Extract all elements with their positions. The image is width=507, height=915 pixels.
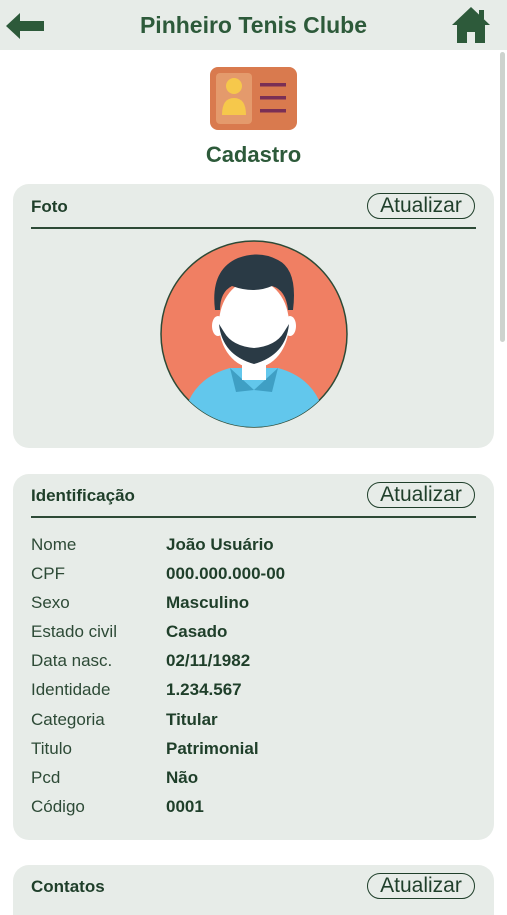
info-value: Titular (166, 710, 218, 729)
contatos-card-title: Contatos (31, 877, 105, 896)
info-value: 02/11/1982 (166, 651, 251, 670)
info-value: João Usuário (166, 535, 274, 554)
page-title: Cadastro (205, 142, 302, 167)
info-value: 1.234.567 (166, 680, 242, 699)
foto-card: Foto Atualizar (13, 184, 494, 448)
info-value: Não (166, 768, 199, 787)
home-button[interactable] (451, 6, 491, 44)
info-value: 000.000.000-00 (166, 564, 286, 583)
info-label: Titulo (31, 739, 72, 758)
user-avatar-icon (160, 240, 348, 428)
contatos-card: Contatos Atualizar (13, 865, 494, 915)
info-label: Identidade (31, 680, 111, 699)
foto-card-title: Foto (31, 197, 68, 216)
app-title: Pinheiro Tenis Clube (139, 12, 368, 38)
info-value: Masculino (166, 593, 250, 612)
identificacao-card-title: Identificação (31, 486, 135, 505)
info-label: Categoria (31, 710, 105, 729)
info-label: Estado civil (31, 622, 117, 641)
contatos-update-button[interactable]: Atualizar (367, 873, 475, 899)
info-label: Código (31, 797, 85, 816)
scrollbar[interactable] (500, 52, 505, 342)
info-value: Casado (166, 622, 228, 641)
foto-update-button[interactable]: Atualizar (367, 193, 475, 219)
home-icon (452, 7, 490, 43)
info-value: 0001 (166, 797, 204, 816)
id-card-icon (210, 67, 297, 130)
identificacao-card: Identificação Atualizar Nome João Usuári… (13, 474, 494, 840)
info-label: Sexo (31, 593, 70, 612)
info-label: CPF (31, 564, 65, 583)
foto-divider (31, 227, 476, 229)
info-value: Patrimonial (166, 739, 259, 758)
info-label: Data nasc. (31, 651, 113, 670)
top-app-bar: Pinheiro Tenis Clube (0, 0, 507, 50)
identificacao-divider (31, 516, 476, 518)
info-label: Nome (31, 535, 77, 554)
identificacao-update-button[interactable]: Atualizar (367, 482, 475, 508)
info-label: Pcd (31, 768, 61, 787)
